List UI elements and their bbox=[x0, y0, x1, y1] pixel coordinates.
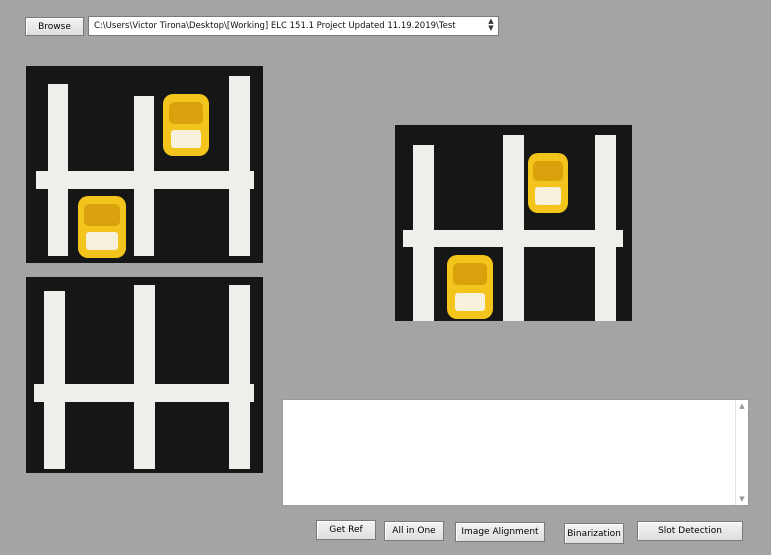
path-spinner[interactable]: ▲ ▼ bbox=[486, 18, 496, 34]
get-ref-button[interactable]: Get Ref bbox=[316, 520, 376, 540]
scroll-up-icon[interactable]: ▲ bbox=[736, 400, 748, 412]
console-text bbox=[283, 400, 748, 408]
car-icon bbox=[447, 255, 493, 319]
image-alignment-button[interactable]: Image Alignment bbox=[455, 522, 545, 542]
parking-lot-photo-icon bbox=[26, 66, 263, 263]
folder-path-field[interactable]: C:\Users\Victor Tirona\Desktop\[Working]… bbox=[88, 16, 499, 36]
test-image-with-cars bbox=[395, 125, 632, 321]
reference-image-with-cars bbox=[26, 66, 263, 263]
car-icon bbox=[163, 94, 209, 156]
scroll-down-icon[interactable]: ▼ bbox=[736, 493, 748, 505]
output-console[interactable]: ▲ ▼ bbox=[282, 399, 749, 506]
parking-lot-photo-icon bbox=[26, 277, 263, 473]
car-icon bbox=[528, 153, 568, 213]
binarization-button[interactable]: Binarization bbox=[564, 523, 624, 544]
all-in-one-button[interactable]: All in One bbox=[384, 521, 444, 541]
console-scrollbar[interactable]: ▲ ▼ bbox=[735, 400, 748, 505]
chevron-down-icon[interactable]: ▼ bbox=[486, 25, 496, 32]
browse-button[interactable]: Browse bbox=[25, 17, 84, 36]
folder-path-text: C:\Users\Victor Tirona\Desktop\[Working]… bbox=[94, 21, 456, 31]
empty-lot-image bbox=[26, 277, 263, 473]
parking-lot-photo-icon bbox=[395, 125, 632, 321]
slot-detection-button[interactable]: Slot Detection bbox=[637, 521, 743, 541]
car-icon bbox=[78, 196, 126, 258]
